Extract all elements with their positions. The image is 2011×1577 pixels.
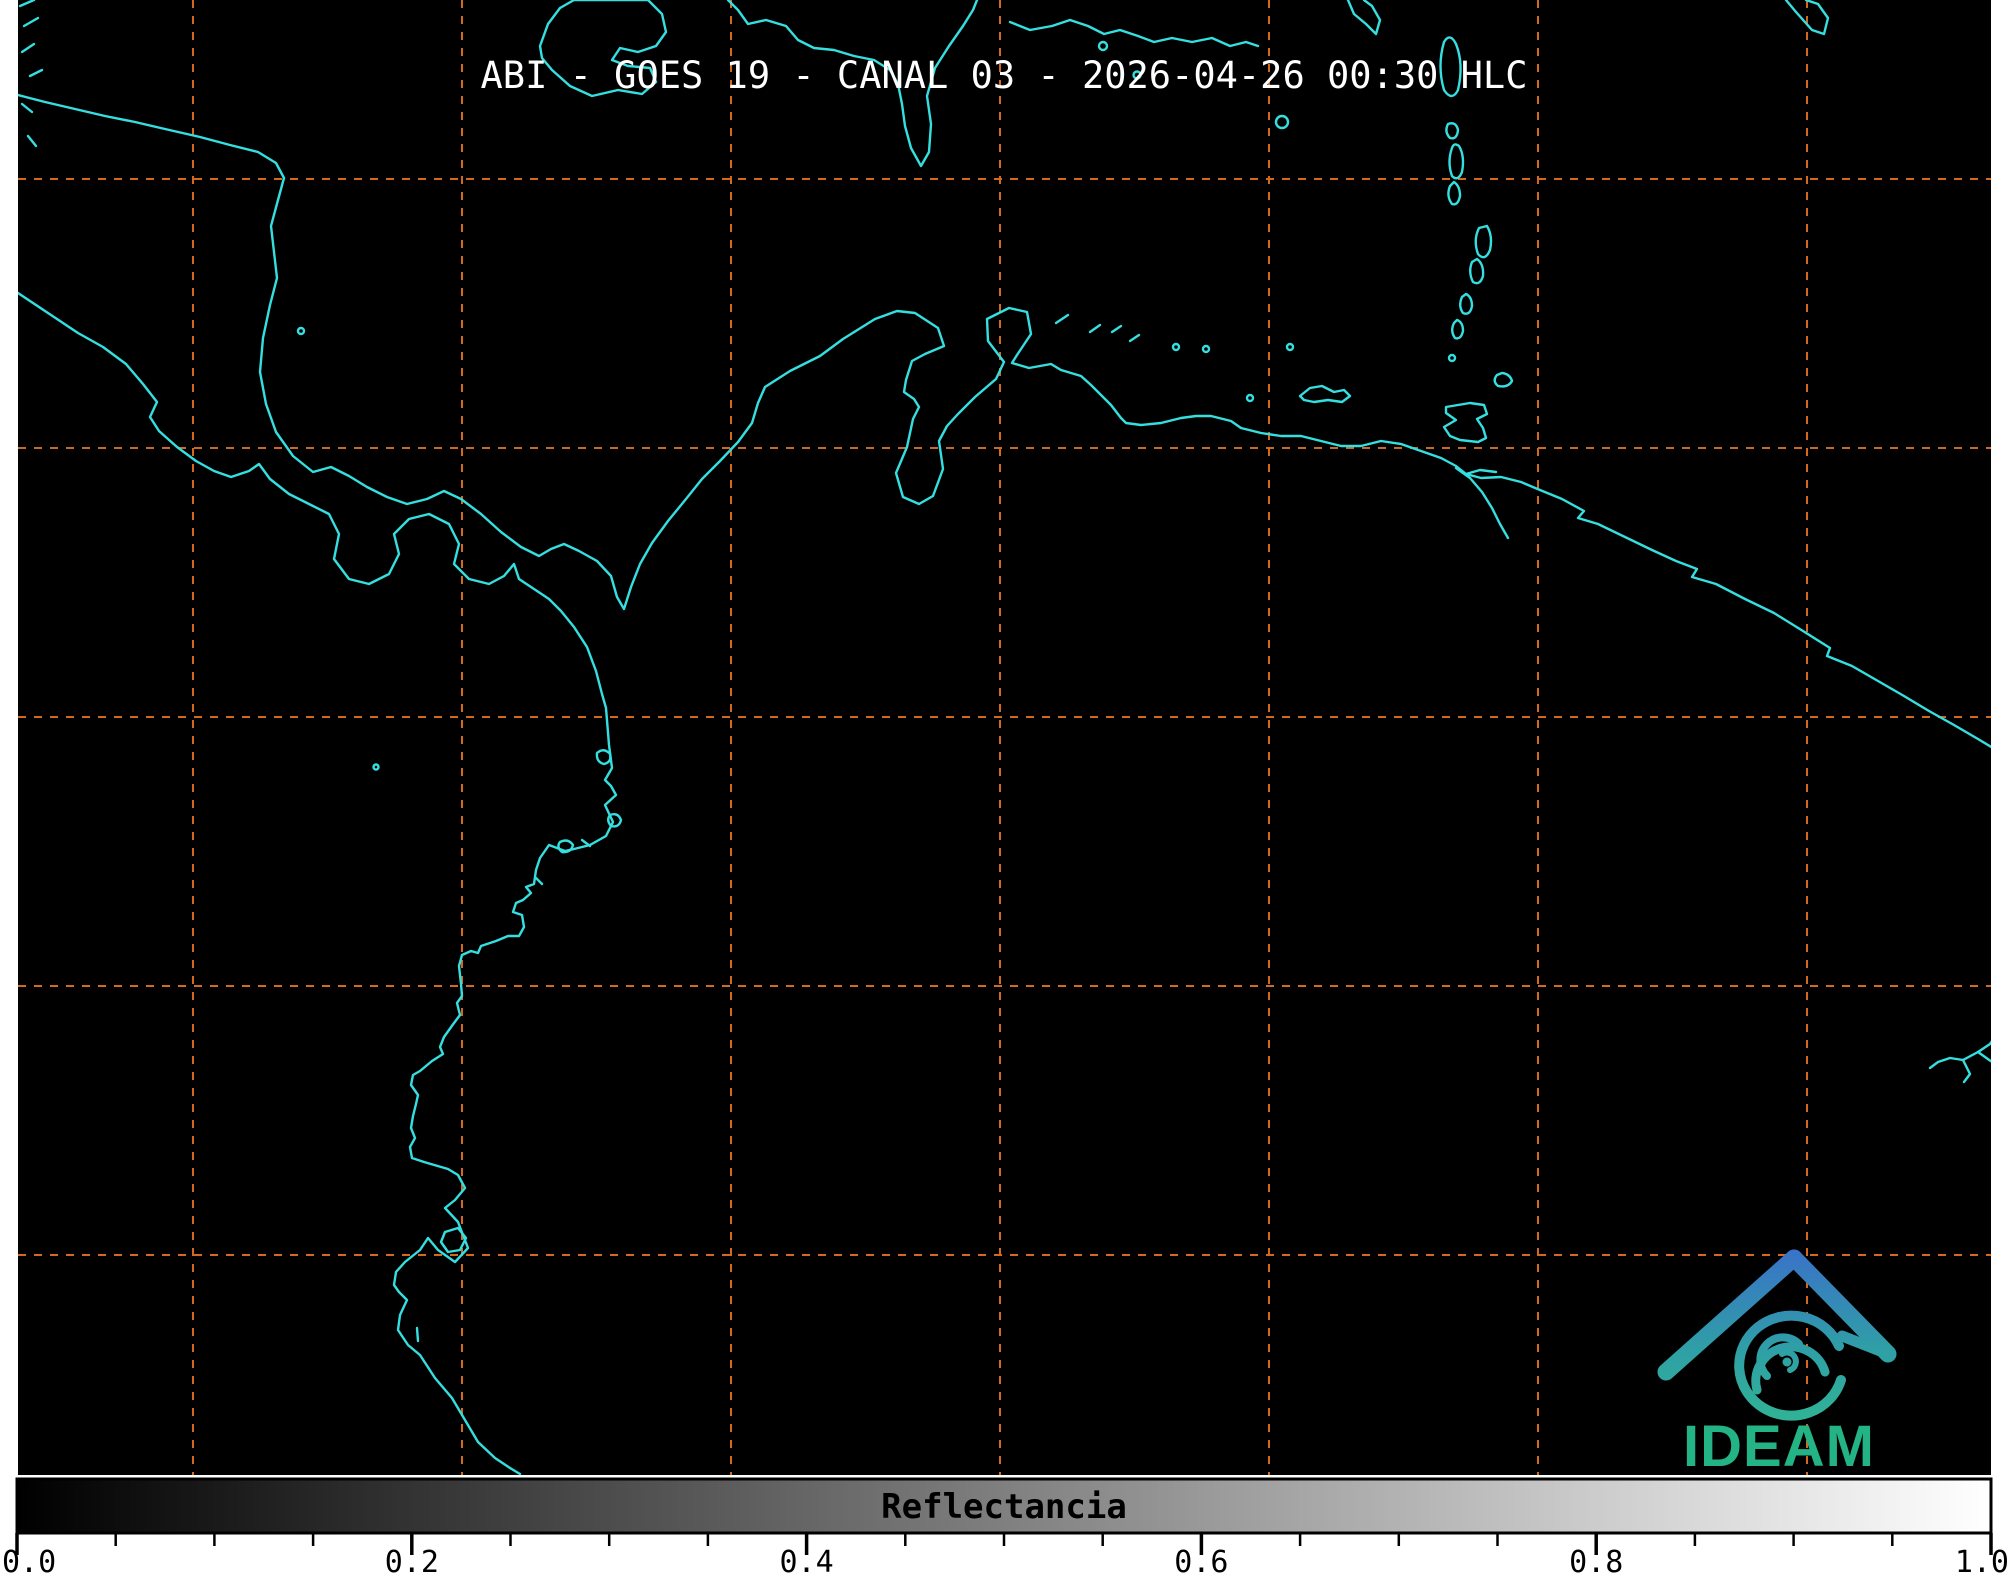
- colorbar-tick-label: 0.4: [780, 1545, 834, 1577]
- colorbar-tick-label: 0.2: [385, 1545, 439, 1577]
- colorbar-tick-label: 0.8: [1569, 1545, 1623, 1577]
- ideam-logo-text: IDEAM: [1683, 1414, 1875, 1476]
- map-background: [18, 0, 1991, 1475]
- satellite-map: IDEAM ABI - GOES 19 - CANAL 03 - 2026-04…: [18, 0, 1991, 1476]
- colorbar-axis: 0.0 0.2 0.4 0.6 0.8 1.0 Reflectancia: [2, 1477, 2009, 1577]
- colorbar-tick-label: 0.6: [1174, 1545, 1228, 1577]
- ideam-swirl-center: [1782, 1357, 1792, 1367]
- colorbar-tick-labels: 0.0 0.2 0.4 0.6 0.8 1.0: [2, 1545, 2009, 1577]
- map-title: ABI - GOES 19 - CANAL 03 - 2026-04-26 00…: [481, 54, 1528, 97]
- colorbar-tick-label: 0.0: [2, 1545, 56, 1577]
- colorbar-ticks: [15, 1533, 1993, 1555]
- coastline: [415, 1326, 420, 1343]
- colorbar-tick-label: 1.0: [1955, 1545, 2009, 1577]
- colorbar-title: Reflectancia: [881, 1487, 1127, 1527]
